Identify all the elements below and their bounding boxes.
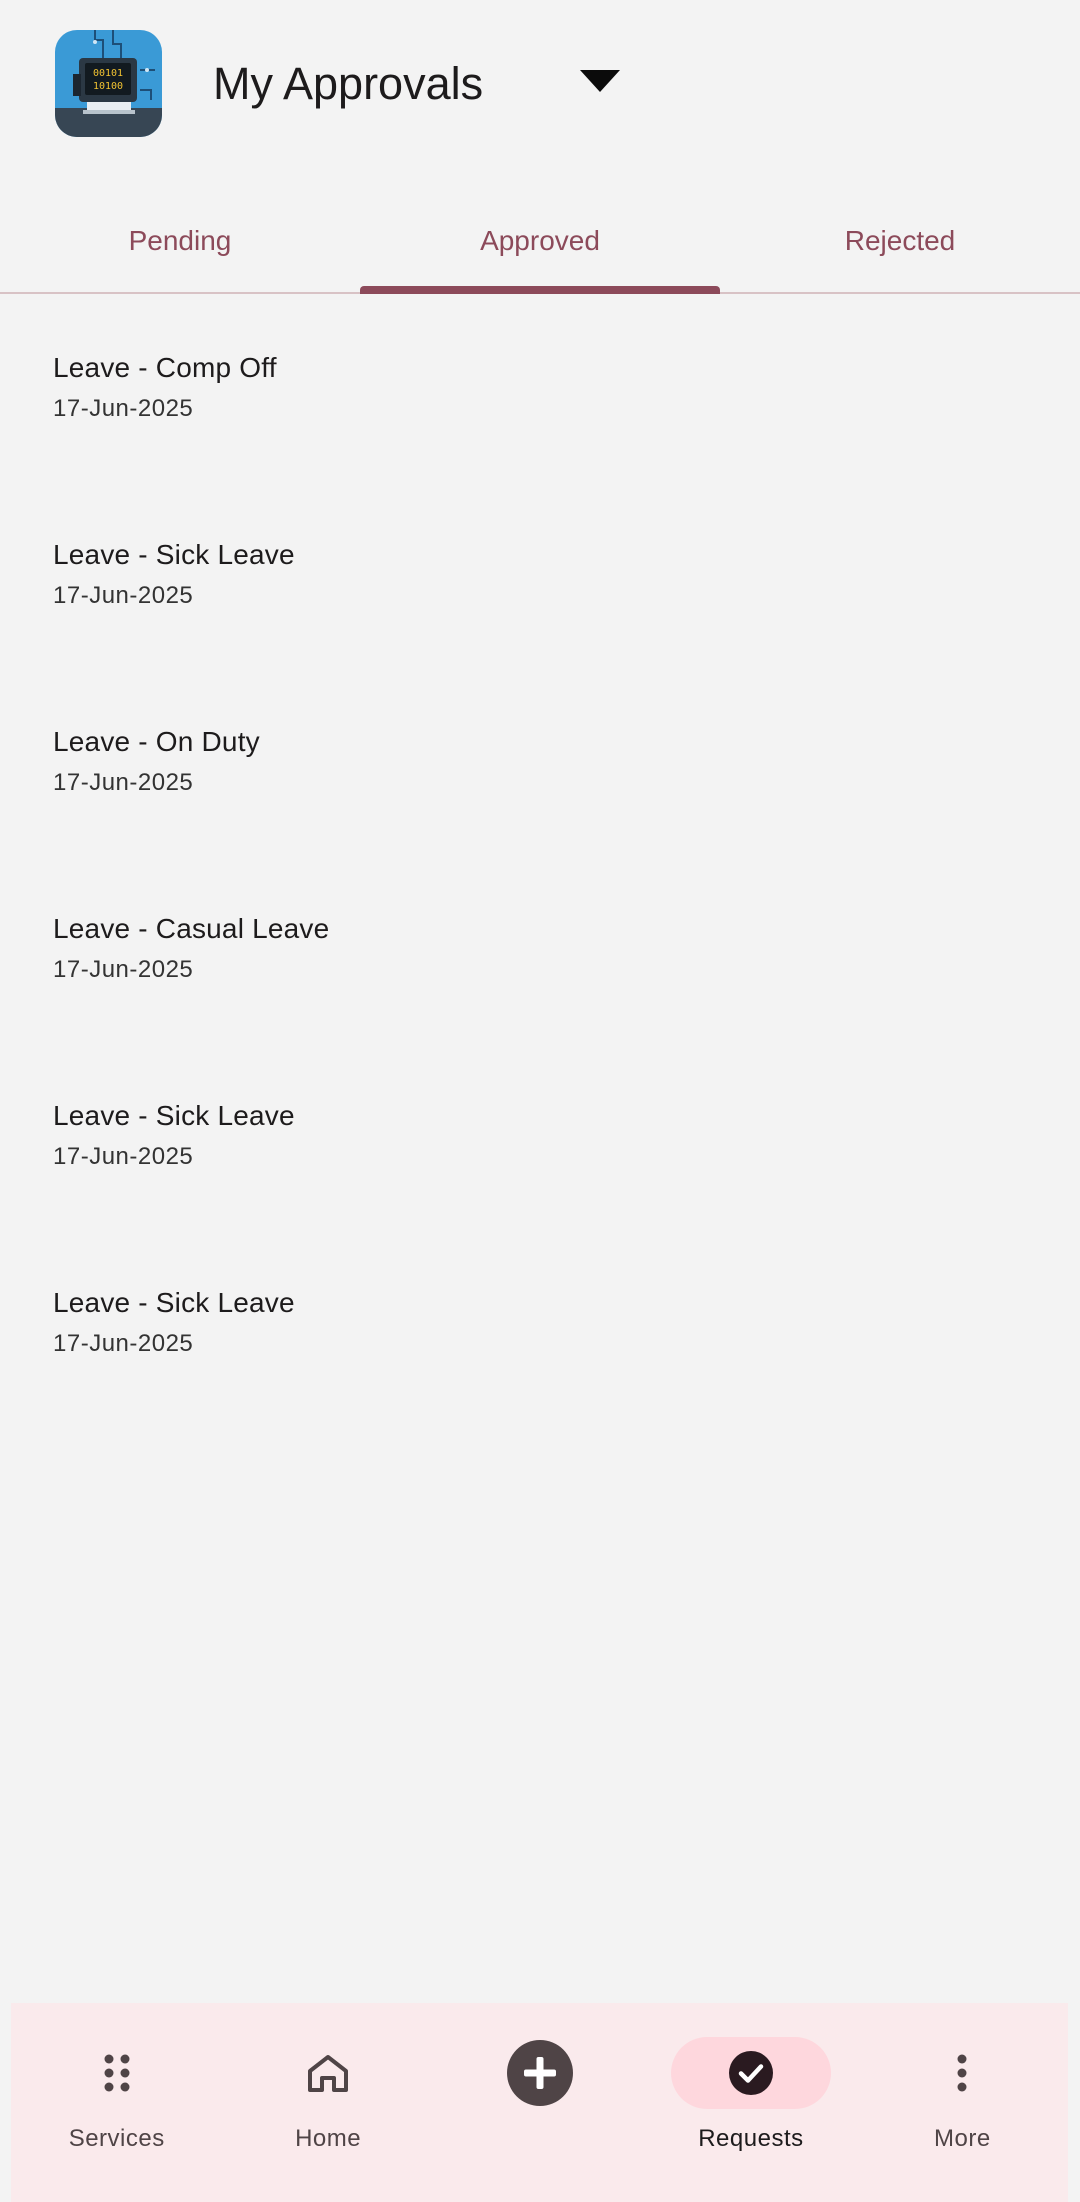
item-title: Leave - Casual Leave — [53, 913, 330, 944]
computer-circuit-app-icon[interactable]: 00101 10100 — [55, 30, 162, 137]
list-item[interactable]: Leave - Sick Leave 17-Jun-2025 — [0, 1068, 1080, 1255]
item-date: 17-Jun-2025 — [53, 1143, 194, 1170]
status-tabs: Pending Approved Rejected — [0, 190, 1080, 294]
list-item[interactable]: Leave - Casual Leave 17-Jun-2025 — [0, 881, 1080, 1068]
list-item[interactable]: Leave - Sick Leave 17-Jun-2025 — [0, 507, 1080, 694]
nav-icon-container — [460, 2037, 620, 2109]
tab-approved[interactable]: Approved — [360, 190, 720, 294]
item-title: Leave - Sick Leave — [53, 1100, 295, 1131]
item-title: Leave - On Duty — [53, 726, 260, 757]
nav-label: Home — [295, 2125, 362, 2152]
item-title: Leave - Comp Off — [53, 352, 277, 383]
more-vertical-icon — [957, 2054, 967, 2092]
nav-more[interactable]: More — [857, 2003, 1068, 2202]
nav-active-pill — [670, 2037, 831, 2109]
nav-label: Services — [68, 2125, 165, 2152]
add-circle-icon — [506, 2040, 573, 2106]
nav-icon-container — [37, 2037, 197, 2109]
nav-home[interactable]: Home — [222, 2003, 433, 2202]
app-header: 00101 10100 My Approvals — [0, 0, 1080, 170]
tab-label: Approved — [480, 225, 600, 256]
tab-rejected[interactable]: Rejected — [720, 190, 1080, 292]
svg-text:10100: 10100 — [93, 81, 123, 92]
tab-pending[interactable]: Pending — [0, 190, 360, 292]
item-title: Leave - Sick Leave — [53, 539, 295, 570]
home-icon — [308, 2055, 349, 2092]
approvals-screen: 00101 10100 My Approvals Pending Approve… — [0, 0, 1080, 2202]
bottom-navigation: Services Home Requests More — [11, 2003, 1068, 2202]
item-date: 17-Jun-2025 — [53, 1330, 194, 1357]
item-date: 17-Jun-2025 — [53, 769, 194, 796]
item-date: 17-Jun-2025 — [53, 956, 194, 983]
approvals-list: Leave - Comp Off 17-Jun-2025 Leave - Sic… — [0, 320, 1080, 1442]
nav-requests[interactable]: Requests — [645, 2003, 856, 2202]
grid-dots-icon — [104, 2054, 130, 2092]
tab-label: Pending — [128, 225, 232, 256]
list-item[interactable]: Leave - Sick Leave 17-Jun-2025 — [0, 1255, 1080, 1442]
nav-icon-container — [248, 2037, 408, 2109]
list-item[interactable]: Leave - Comp Off 17-Jun-2025 — [0, 320, 1080, 507]
item-date: 17-Jun-2025 — [53, 395, 194, 422]
nav-icon-container — [882, 2037, 1042, 2109]
dropdown-arrow-icon[interactable] — [578, 68, 622, 94]
item-date: 17-Jun-2025 — [53, 582, 194, 609]
check-circle-icon — [728, 2051, 773, 2095]
nav-services[interactable]: Services — [11, 2003, 222, 2202]
svg-text:00101: 00101 — [93, 68, 123, 79]
nav-label: More — [933, 2125, 991, 2152]
nav-label: Requests — [698, 2125, 804, 2152]
page-title: My Approvals — [213, 58, 484, 109]
item-title: Leave - Sick Leave — [53, 1287, 295, 1318]
nav-add[interactable] — [434, 2003, 645, 2202]
list-item[interactable]: Leave - On Duty 17-Jun-2025 — [0, 694, 1080, 881]
tab-label: Rejected — [844, 225, 956, 256]
